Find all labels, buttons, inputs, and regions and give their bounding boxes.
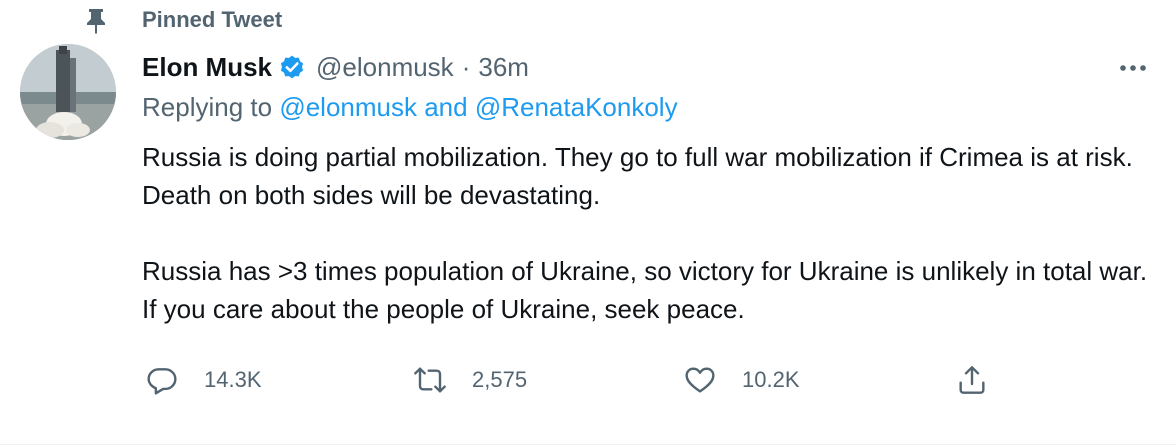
mention-link[interactable]: @RenataKonkoly bbox=[475, 92, 678, 122]
heart-icon bbox=[685, 367, 715, 393]
mention-link[interactable]: @elonmusk bbox=[279, 92, 417, 122]
tweet-paragraph: Russia has >3 times population of Ukrain… bbox=[142, 256, 1148, 324]
retweet-button[interactable]: 2,575 bbox=[414, 360, 527, 400]
retweet-count: 2,575 bbox=[472, 367, 528, 392]
separator-dot: · bbox=[461, 51, 471, 82]
reply-icon bbox=[147, 368, 177, 395]
replying-to-line: Replying to @elonmusk and @RenataKonkoly bbox=[142, 92, 678, 123]
author-row: Elon Musk @elonmusk · 36m bbox=[142, 48, 529, 86]
like-button[interactable]: 10.2K bbox=[684, 360, 800, 400]
tweet-text: Russia is doing partial mobilization. Th… bbox=[142, 138, 1162, 328]
retweet-icon bbox=[414, 367, 446, 393]
action-bar: 14.3K 2,575 10.2K bbox=[140, 360, 1000, 400]
tweet[interactable]: Pinned Tweet Elon Musk @elonmusk · 36m R… bbox=[0, 0, 1176, 448]
verified-badge-icon bbox=[280, 55, 304, 79]
more-options-icon[interactable] bbox=[1116, 58, 1150, 78]
avatar[interactable] bbox=[20, 44, 116, 140]
tweet-paragraph: Russia is doing partial mobilization. Th… bbox=[142, 142, 1133, 210]
reply-count: 14.3K bbox=[204, 367, 262, 392]
pin-icon bbox=[87, 9, 105, 34]
tweet-divider bbox=[0, 444, 1176, 445]
like-count: 10.2K bbox=[742, 367, 800, 392]
author-handle[interactable]: @elonmusk bbox=[316, 52, 454, 83]
replying-to-prefix: Replying to bbox=[142, 92, 273, 122]
pinned-label: Pinned Tweet bbox=[142, 7, 283, 32]
timestamp[interactable]: 36m bbox=[478, 52, 529, 83]
share-button[interactable] bbox=[956, 360, 988, 400]
author-display-name[interactable]: Elon Musk bbox=[142, 52, 272, 83]
mention-conjunction[interactable]: and bbox=[424, 92, 467, 122]
share-icon bbox=[959, 366, 985, 394]
reply-button[interactable]: 14.3K bbox=[146, 360, 262, 400]
